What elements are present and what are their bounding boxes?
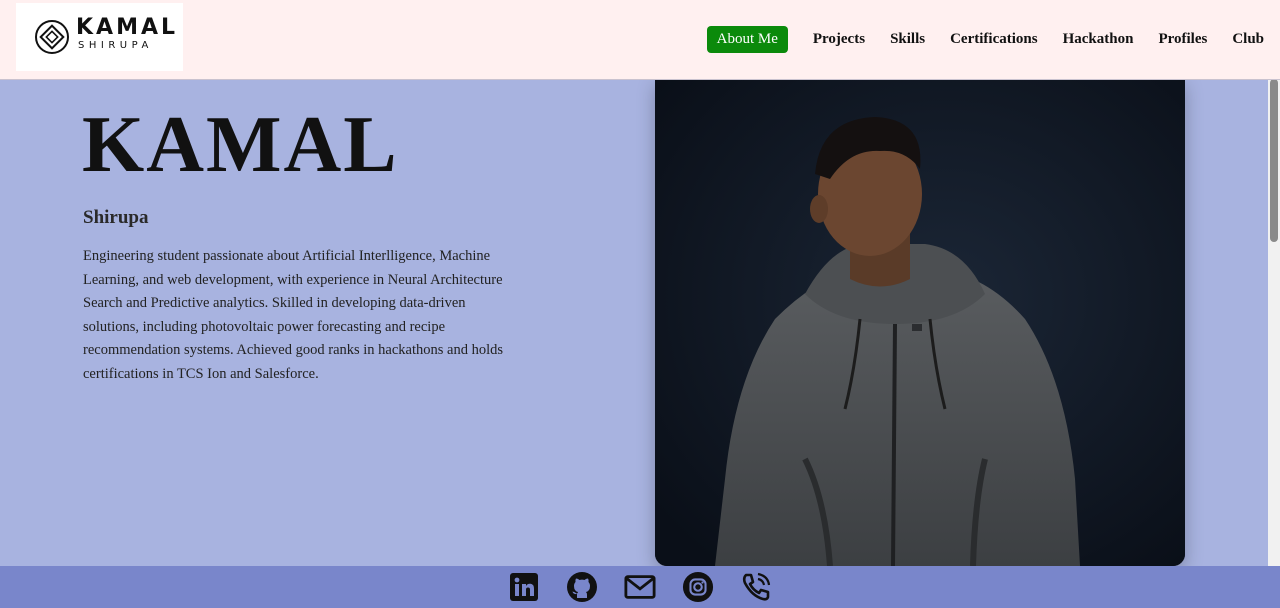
- nav-certifications[interactable]: Certifications: [950, 26, 1037, 53]
- site-header: KAMAL SHIRUPA About Me Projects Skills C…: [0, 0, 1280, 80]
- social-footer: [0, 566, 1280, 608]
- logo-name: KAMAL: [76, 15, 179, 40]
- portrait-illustration: [655, 79, 1185, 566]
- linkedin-icon[interactable]: [508, 571, 540, 603]
- page-scrollbar[interactable]: [1268, 79, 1280, 566]
- nav-skills[interactable]: Skills: [890, 26, 925, 53]
- mail-icon[interactable]: [624, 571, 656, 603]
- brand-logo[interactable]: KAMAL SHIRUPA: [16, 3, 183, 71]
- hero-title: KAMAL: [82, 101, 399, 189]
- phone-icon[interactable]: [740, 571, 772, 603]
- profile-photo: [655, 79, 1185, 566]
- nav-hackathon[interactable]: Hackathon: [1063, 26, 1134, 53]
- hero-subtitle: Shirupa: [83, 207, 149, 228]
- scrollbar-thumb[interactable]: [1270, 79, 1278, 242]
- hero-description: Engineering student passionate about Art…: [83, 248, 504, 382]
- nav-profiles[interactable]: Profiles: [1158, 26, 1207, 53]
- main-nav: About Me Projects Skills Certifications …: [682, 26, 1264, 53]
- diamond-emblem-icon: [35, 20, 69, 54]
- instagram-icon[interactable]: [682, 571, 714, 603]
- nav-about-me[interactable]: About Me: [706, 26, 788, 53]
- nav-club[interactable]: Club: [1232, 26, 1264, 53]
- nav-projects[interactable]: Projects: [813, 26, 865, 53]
- github-icon[interactable]: [566, 571, 598, 603]
- logo-wordmark: KAMAL SHIRUPA: [76, 16, 178, 52]
- logo-tagline: SHIRUPA: [78, 40, 153, 51]
